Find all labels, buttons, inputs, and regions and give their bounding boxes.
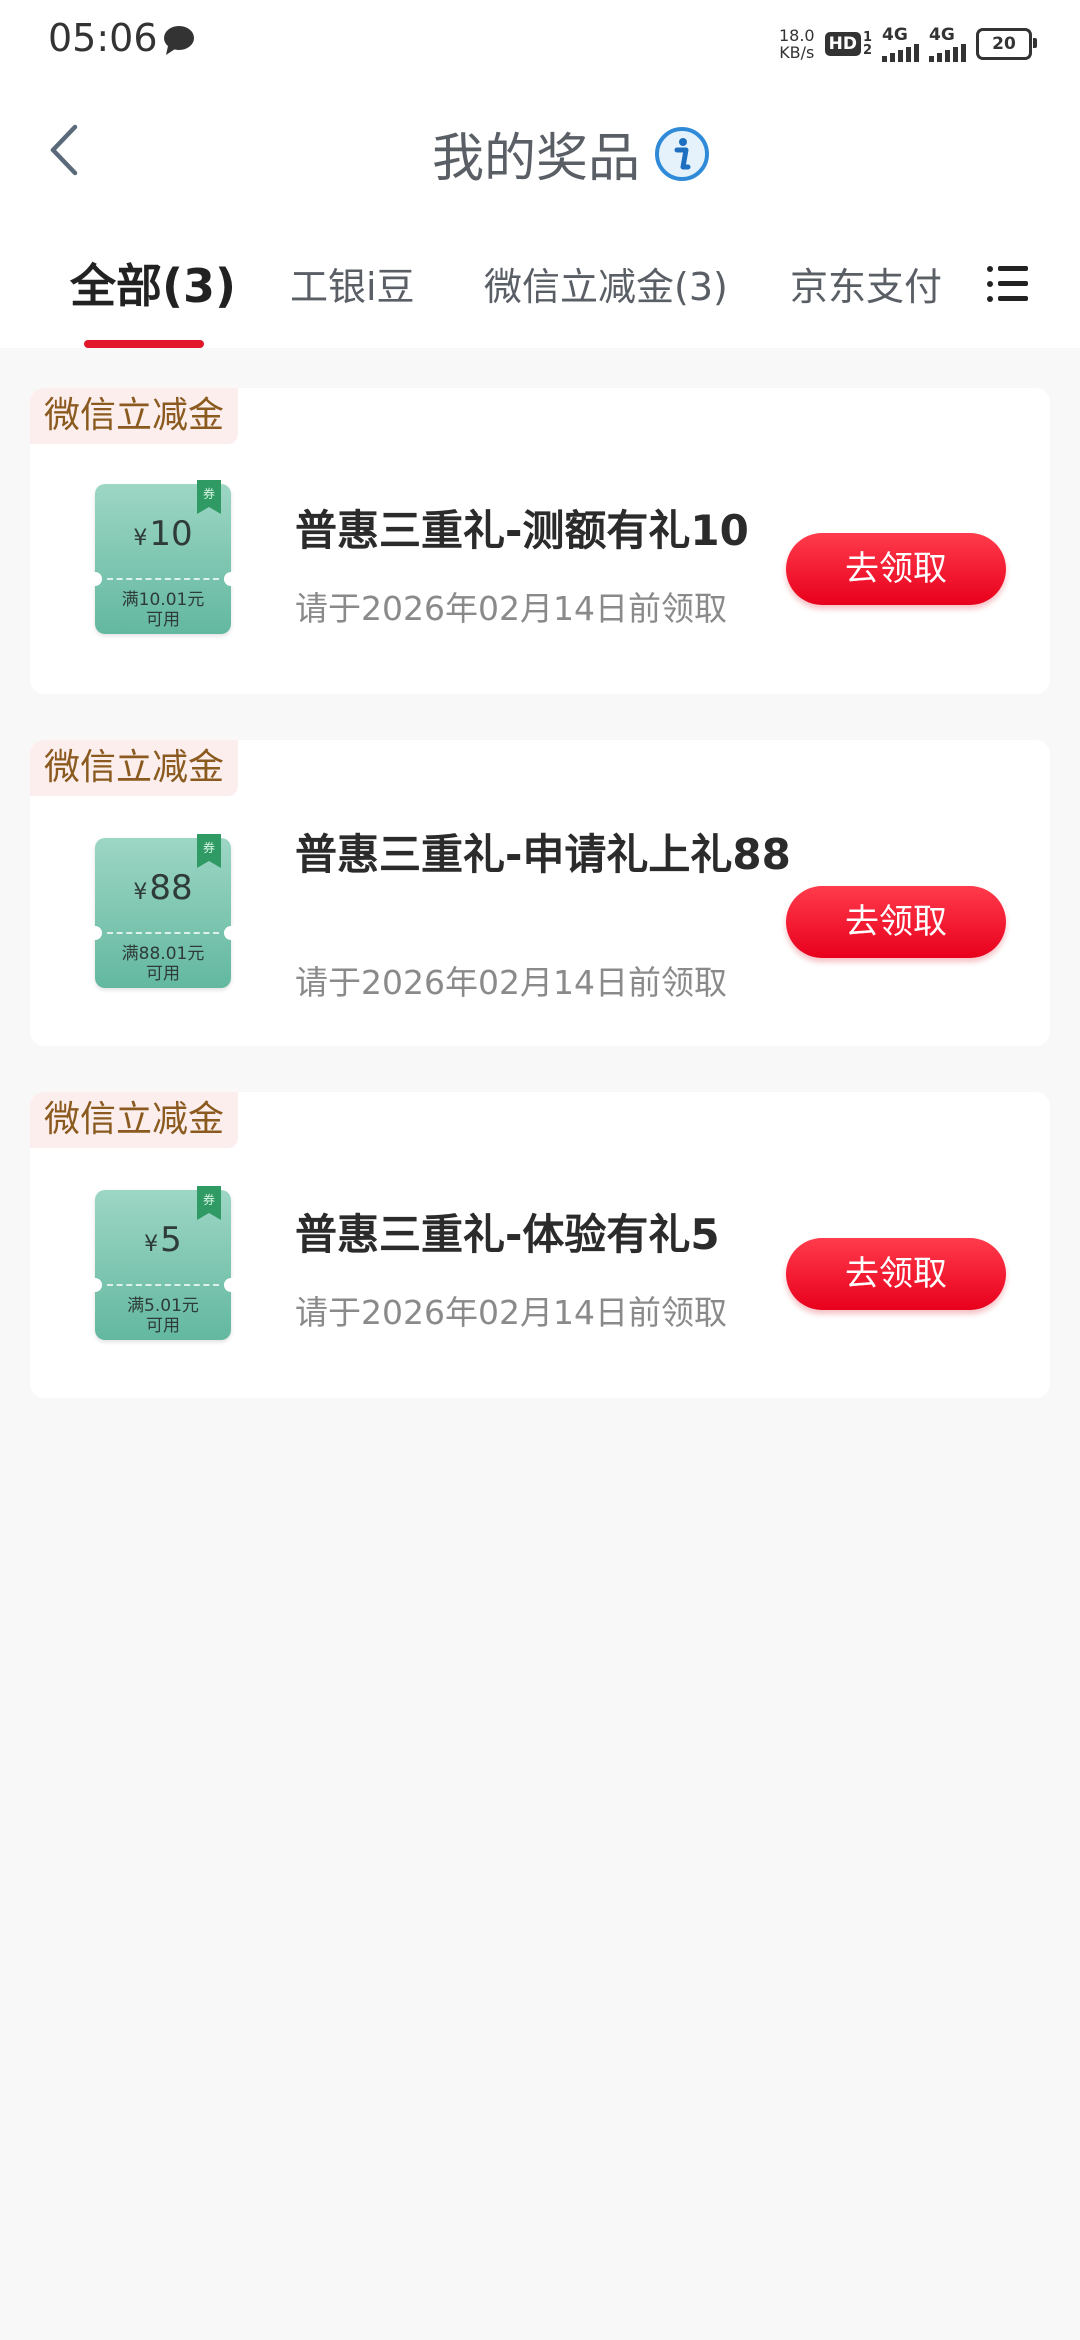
prize-card: 微信立减金 券 ¥10 满10.01元 可用 普惠三重礼-测额有礼10 请于202… bbox=[30, 388, 1050, 694]
prize-name: 普惠三重礼-测额有礼10 bbox=[295, 506, 749, 555]
prize-deadline: 请于2026年02月14日前领取 bbox=[295, 589, 727, 628]
svg-text:券: 券 bbox=[203, 840, 215, 855]
signal-icon-1: 4G bbox=[882, 26, 919, 62]
coupon-condition: 满10.01元 可用 bbox=[121, 590, 205, 630]
coupon-ribbon-icon: 券 bbox=[197, 834, 221, 868]
back-button[interactable] bbox=[34, 120, 94, 180]
coupon-ribbon-icon: 券 bbox=[197, 1186, 221, 1220]
header-title-area: 我的奖品 bbox=[432, 116, 710, 191]
status-icons: 18.0 KB/s HD 12 4G 4G 20 bbox=[778, 22, 1037, 66]
chevron-left-icon bbox=[50, 124, 78, 176]
prize-type-tag: 微信立减金 bbox=[30, 388, 239, 444]
coupon-graphic: 券 ¥88 满88.01元 可用 bbox=[88, 834, 238, 988]
prize-card: 微信立减金 券 ¥5 满5.01元 可用 普惠三重礼-体验有礼5 请于2026年0… bbox=[30, 1092, 1050, 1398]
coupon-graphic: 券 ¥10 满10.01元 可用 bbox=[88, 480, 238, 634]
network-speed: 18.0 KB/s bbox=[778, 26, 815, 62]
chat-notification-icon bbox=[164, 26, 194, 55]
prize-type-tag: 微信立减金 bbox=[30, 1092, 239, 1148]
coupon-ribbon-icon: 券 bbox=[197, 480, 221, 514]
claim-button[interactable]: 去领取 bbox=[786, 1238, 1006, 1310]
list-menu-icon[interactable] bbox=[986, 264, 1030, 304]
prize-type-tag: 微信立减金 bbox=[30, 740, 239, 796]
signal-icon-2: 4G bbox=[929, 26, 966, 62]
prize-name: 普惠三重礼-体验有礼5 bbox=[295, 1210, 720, 1259]
tab-all[interactable]: 全部(3) bbox=[70, 250, 236, 316]
hd-voice-icon: HD 12 bbox=[824, 31, 872, 57]
status-time: 05:06 bbox=[48, 16, 158, 60]
claim-button[interactable]: 去领取 bbox=[786, 533, 1006, 605]
tab-icbc-beans[interactable]: 工银i豆 bbox=[290, 256, 415, 311]
prize-card: 微信立减金 券 ¥88 满88.01元 可用 普惠三重礼-申请礼上礼88 请于20… bbox=[30, 740, 1050, 1046]
coupon-amount: ¥88 bbox=[133, 868, 193, 908]
svg-text:券: 券 bbox=[203, 486, 215, 501]
coupon-condition: 满5.01元 可用 bbox=[127, 1296, 199, 1336]
prize-name: 普惠三重礼-申请礼上礼88 bbox=[295, 830, 791, 879]
prize-deadline: 请于2026年02月14日前领取 bbox=[295, 1293, 727, 1332]
tab-wechat-discount[interactable]: 微信立减金(3) bbox=[484, 256, 728, 311]
battery-icon: 20 bbox=[976, 28, 1037, 60]
prize-deadline: 请于2026年02月14日前领取 bbox=[295, 963, 727, 1002]
svg-text:券: 券 bbox=[203, 1192, 215, 1207]
page-title: 我的奖品 bbox=[432, 129, 641, 189]
tab-bar: 全部(3) 工银i豆 微信立减金(3) 京东支付 bbox=[0, 250, 1080, 348]
coupon-amount: ¥5 bbox=[144, 1220, 182, 1260]
coupon-amount: ¥10 bbox=[133, 514, 193, 554]
coupon-graphic: 券 ¥5 满5.01元 可用 bbox=[88, 1186, 238, 1340]
claim-button[interactable]: 去领取 bbox=[786, 886, 1006, 958]
tab-jd-pay[interactable]: 京东支付 bbox=[790, 256, 942, 311]
active-tab-indicator bbox=[84, 340, 204, 348]
info-icon[interactable] bbox=[654, 126, 710, 182]
coupon-condition: 满88.01元 可用 bbox=[121, 944, 205, 984]
